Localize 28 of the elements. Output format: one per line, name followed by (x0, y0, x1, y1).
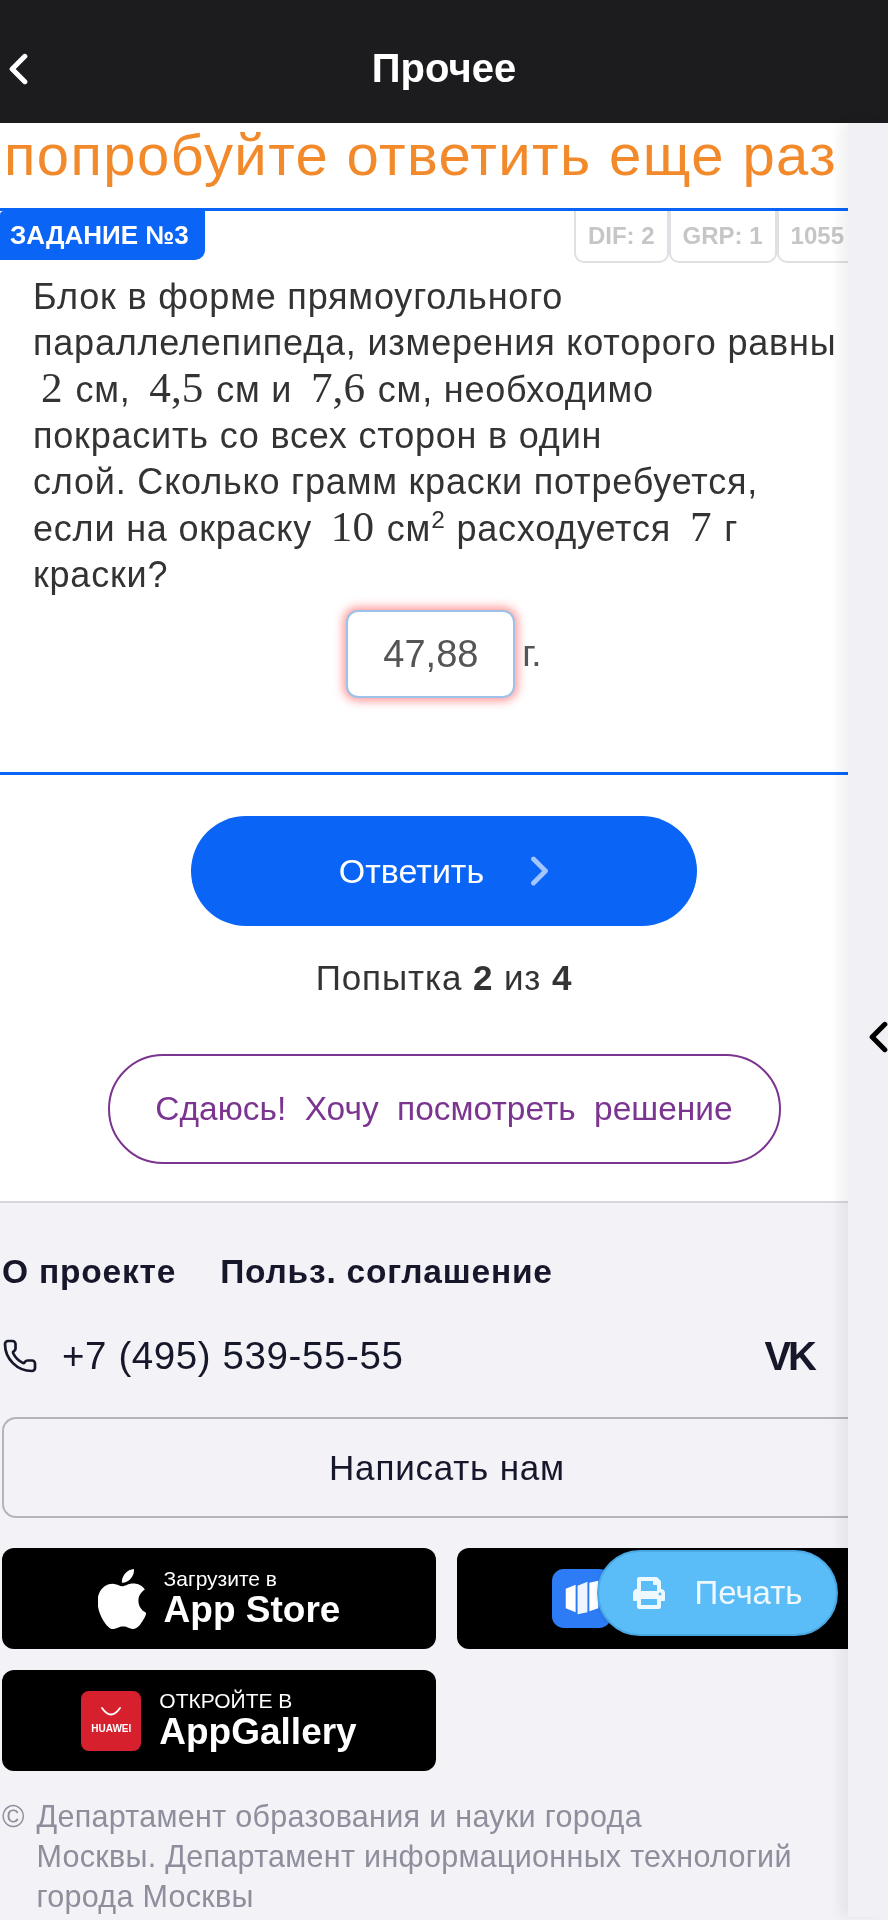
phone-link[interactable]: +7 (495) 539-55-55 (62, 1334, 404, 1378)
back-icon[interactable] (9, 52, 28, 85)
apple-icon (97, 1568, 146, 1629)
contact-button[interactable]: Написать нам (2, 1417, 850, 1518)
task-tag: GRP: 1 (668, 211, 777, 263)
store-badge[interactable]: HUAWEI ОТКРОЙТЕ В AppGallery (2, 1670, 436, 1771)
chevron-right-icon (530, 856, 550, 886)
task-label: ЗАДАНИЕ №3 (0, 211, 205, 260)
attempts-text: Попытка 2 из 4 (314, 957, 574, 999)
show-solution-button[interactable]: Сдаюсь! Хочу посмотреть решение (107, 1054, 781, 1164)
page-title: Прочее (371, 46, 517, 91)
phone-icon (2, 1338, 38, 1374)
copyright-text: Департамент образования и науки города Москвы. Департамент информационных технологий города Москвы (36, 1798, 792, 1916)
logo-text: HUAWEI (91, 1724, 132, 1734)
answer-field[interactable]: 47,88 (346, 610, 516, 698)
footer-link[interactable]: О проекте (2, 1250, 177, 1294)
unit-label: г. (522, 633, 542, 675)
task-tag: DIF: 2 (573, 211, 669, 263)
printer-icon (632, 1577, 667, 1609)
copyright-sign: © (2, 1798, 25, 1835)
footer-link[interactable]: Польз. соглашение (220, 1250, 553, 1294)
submit-button[interactable]: Ответить (191, 816, 697, 926)
social-link[interactable]: VK (764, 1336, 814, 1376)
feedback-message: попробуйте ответить еще раз (3, 123, 839, 187)
question-text: Блок в форме прямоугольного параллелепипеда, измерения которого равны 2 см, 4,5 см и 7,6 см, необходимо покрасить со всех сторон в один слой. Сколько грамм краски потребуется, если на окраску 10 см$^{2}$ расходуется 7 г краски? (32, 275, 838, 597)
store-badge[interactable]: Загрузите в App Store (2, 1548, 436, 1649)
smile-arc-icon (101, 1707, 122, 1716)
chevron-left-icon[interactable] (869, 1019, 888, 1055)
